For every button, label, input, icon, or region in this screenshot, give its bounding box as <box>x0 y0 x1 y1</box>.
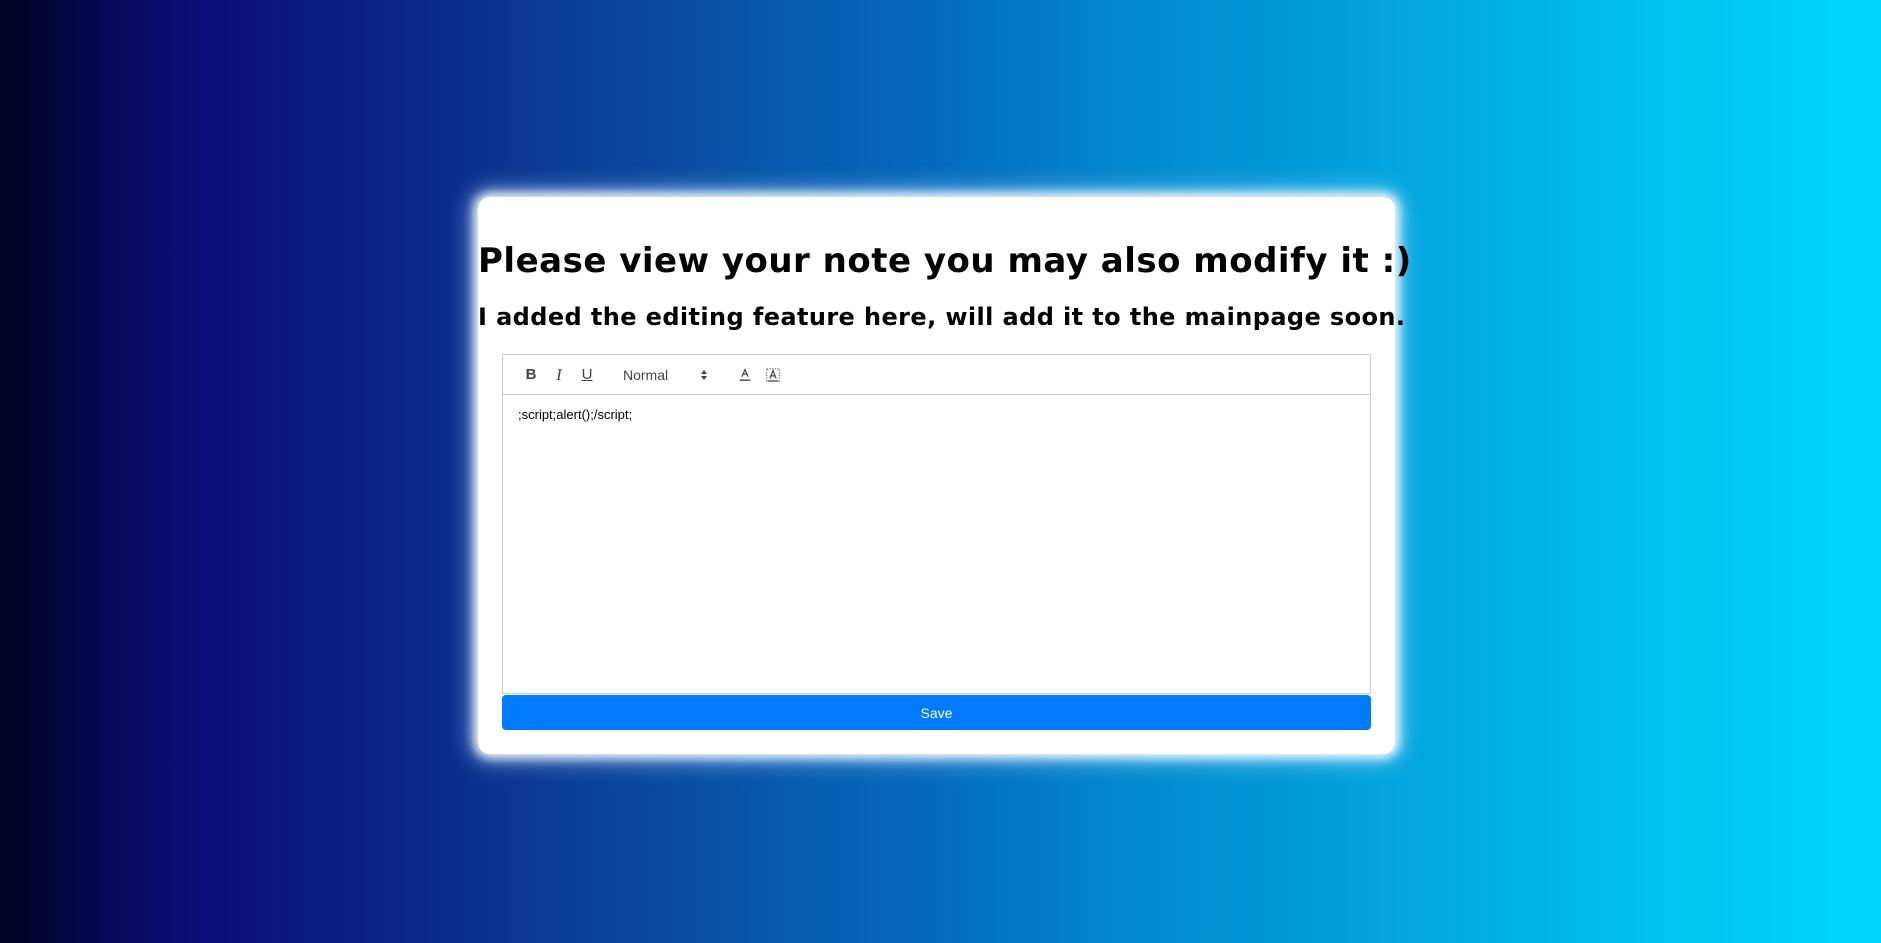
header-picker-label: Normal <box>623 366 669 383</box>
page-title: Please view your note you may also modif… <box>478 241 1412 281</box>
rich-text-editor: B I U Normal ;script;alert();/script; <box>502 354 1371 694</box>
editor-content[interactable]: ;script;alert();/script; <box>503 395 1370 434</box>
save-button[interactable]: Save <box>502 695 1371 730</box>
page-subtitle: I added the editing feature here, will a… <box>478 303 1406 331</box>
underline-icon[interactable]: U <box>573 363 601 387</box>
italic-icon[interactable]: I <box>545 363 573 387</box>
text-color-icon[interactable] <box>731 363 759 387</box>
picker-arrows-icon <box>701 369 707 380</box>
note-card: Please view your note you may also modif… <box>478 197 1412 754</box>
editor-toolbar: B I U Normal <box>503 355 1370 395</box>
bold-icon[interactable]: B <box>517 363 545 387</box>
background-color-icon[interactable] <box>759 363 787 387</box>
header-picker[interactable]: Normal <box>619 363 715 387</box>
